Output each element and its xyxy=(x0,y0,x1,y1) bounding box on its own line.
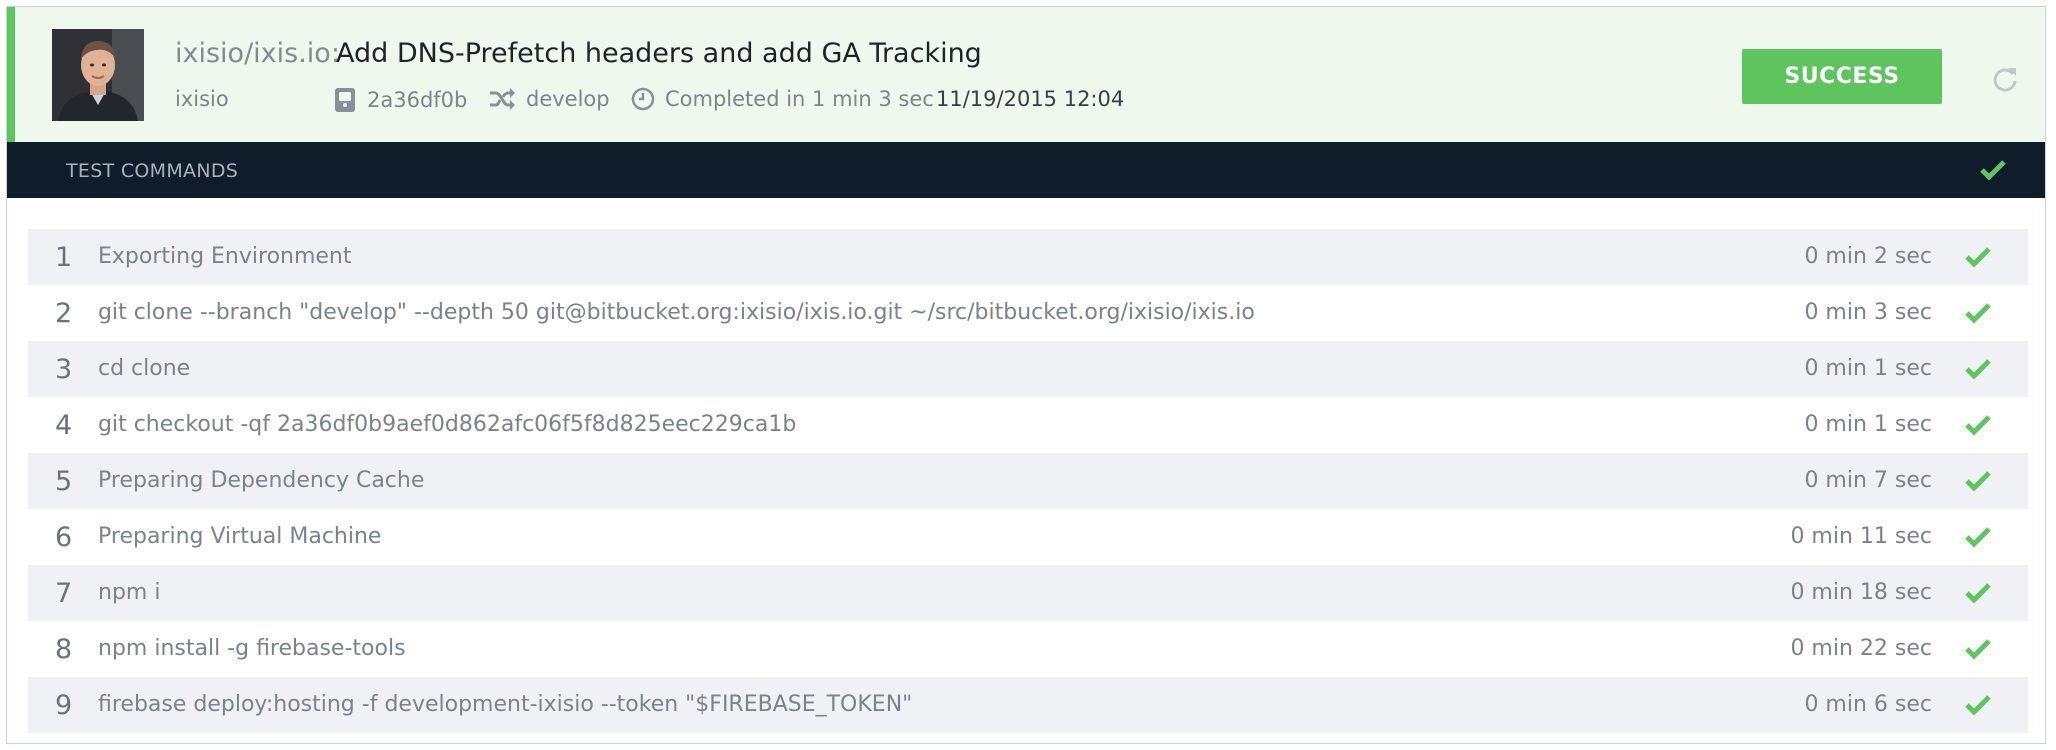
command-row[interactable]: 1 Exporting Environment 0 min 2 sec xyxy=(28,229,2028,285)
command-row[interactable]: 6 Preparing Virtual Machine 0 min 11 sec xyxy=(28,509,2028,565)
build-duration-text: Completed in 1 min 3 sec xyxy=(665,87,934,111)
git-commit-icon xyxy=(335,88,355,112)
command-list: 1 Exporting Environment 0 min 2 sec 2 gi… xyxy=(28,229,2028,733)
command-row[interactable]: 3 cd clone 0 min 1 sec xyxy=(28,341,2028,397)
build-duration: Completed in 1 min 3 sec xyxy=(631,87,934,111)
commit-hash-text: 2a36df0b xyxy=(367,88,468,112)
status-badge[interactable]: SUCCESS xyxy=(1742,49,1942,104)
command-text: git checkout -qf 2a36df0b9aef0d862afc06f… xyxy=(98,412,797,437)
refresh-icon[interactable] xyxy=(1991,65,2019,97)
command-number: 3 xyxy=(55,354,73,385)
command-duration: 0 min 3 sec xyxy=(1804,300,1932,325)
command-text: Preparing Dependency Cache xyxy=(98,468,425,493)
command-duration: 0 min 7 sec xyxy=(1804,468,1932,493)
command-number: 1 xyxy=(55,242,73,273)
command-number: 9 xyxy=(55,690,73,721)
command-text: cd clone xyxy=(98,356,191,381)
check-icon xyxy=(1965,470,1991,496)
check-icon xyxy=(1965,358,1991,384)
command-text: git clone --branch "develop" --depth 50 … xyxy=(98,300,1255,325)
check-icon xyxy=(1980,159,2006,185)
build-date: 11/19/2015 12:04 xyxy=(936,87,1125,111)
command-row[interactable]: 9 firebase deploy:hosting -f development… xyxy=(28,677,2028,733)
command-row[interactable]: 2 git clone --branch "develop" --depth 5… xyxy=(28,285,2028,341)
check-icon xyxy=(1965,414,1991,440)
command-number: 4 xyxy=(55,410,73,441)
repo-name[interactable]: ixisio/ixis.io: xyxy=(175,38,340,69)
command-row[interactable]: 5 Preparing Dependency Cache 0 min 7 sec xyxy=(28,453,2028,509)
check-icon xyxy=(1965,638,1991,664)
command-duration: 0 min 18 sec xyxy=(1790,580,1932,605)
command-number: 2 xyxy=(55,298,73,329)
command-text: npm i xyxy=(98,580,161,605)
command-number: 7 xyxy=(55,578,73,609)
clock-icon xyxy=(631,87,655,111)
command-duration: 0 min 1 sec xyxy=(1804,356,1932,381)
build-panel: ixisio/ixis.io: Add DNS-Prefetch headers… xyxy=(6,6,2046,744)
avatar xyxy=(52,29,144,121)
check-icon xyxy=(1965,302,1991,328)
check-icon xyxy=(1965,582,1991,608)
command-number: 8 xyxy=(55,634,73,665)
command-text: npm install -g firebase-tools xyxy=(98,636,406,661)
commit-hash[interactable]: 2a36df0b xyxy=(333,87,467,113)
build-header: ixisio/ixis.io: Add DNS-Prefetch headers… xyxy=(7,7,2045,142)
commit-title: Add DNS-Prefetch headers and add GA Trac… xyxy=(336,38,982,69)
command-duration: 0 min 11 sec xyxy=(1790,524,1932,549)
command-number: 5 xyxy=(55,466,73,497)
branch-name-text: develop xyxy=(526,87,610,111)
command-duration: 0 min 22 sec xyxy=(1790,636,1932,661)
command-row[interactable]: 8 npm install -g firebase-tools 0 min 22… xyxy=(28,621,2028,677)
command-number: 6 xyxy=(55,522,73,553)
command-row[interactable]: 4 git checkout -qf 2a36df0b9aef0d862afc0… xyxy=(28,397,2028,453)
command-duration: 0 min 2 sec xyxy=(1804,244,1932,269)
check-icon xyxy=(1965,526,1991,552)
commit-author[interactable]: ixisio xyxy=(175,87,229,111)
command-text: firebase deploy:hosting -f development-i… xyxy=(98,692,913,717)
command-row[interactable]: 7 npm i 0 min 18 sec xyxy=(28,565,2028,621)
shuffle-branch-icon xyxy=(490,88,515,110)
check-icon xyxy=(1965,694,1991,720)
section-header: TEST COMMANDS xyxy=(7,142,2045,198)
branch-name[interactable]: develop xyxy=(488,87,610,111)
command-duration: 0 min 1 sec xyxy=(1804,412,1932,437)
section-title: TEST COMMANDS xyxy=(66,160,239,182)
command-duration: 0 min 6 sec xyxy=(1804,692,1932,717)
check-icon xyxy=(1965,246,1991,272)
command-text: Preparing Virtual Machine xyxy=(98,524,382,549)
command-text: Exporting Environment xyxy=(98,244,352,269)
